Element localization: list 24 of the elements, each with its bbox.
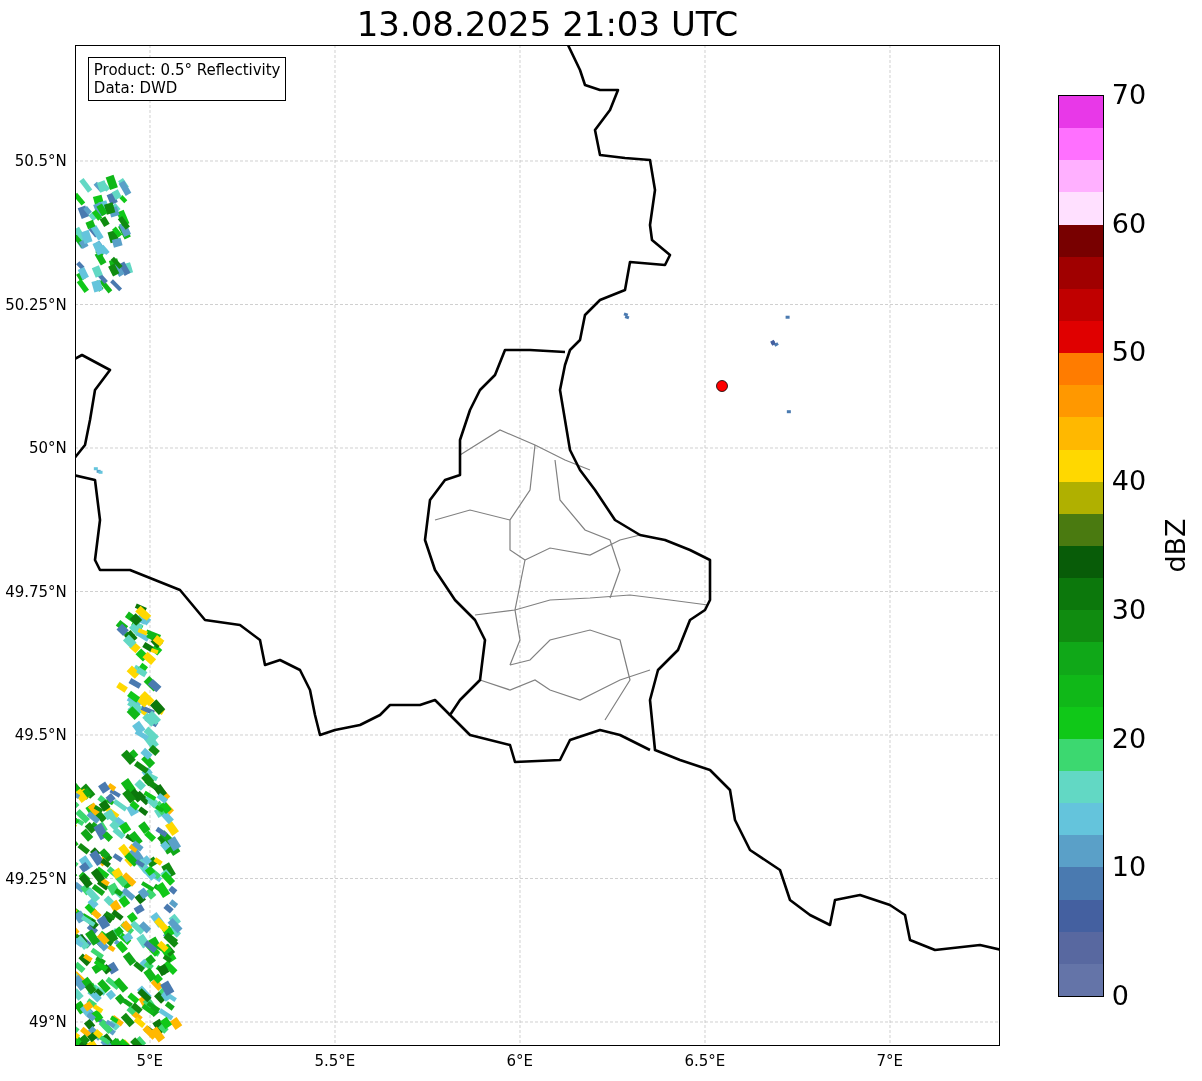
colorbar-tick-label: 50	[1111, 336, 1147, 369]
longitude-label: 6°E	[506, 1052, 534, 1070]
latitude-label: 49.5°N	[14, 726, 67, 744]
colorbar-tick-label: 60	[1111, 207, 1147, 240]
colorbar-tick-label: 0	[1111, 980, 1129, 1012]
colorbar-tick-label: 20	[1111, 722, 1147, 755]
longitude-label: 5°E	[136, 1052, 164, 1070]
chart-title: 13.08.2025 21:03 UTC	[355, 3, 739, 45]
latitude-label: 50°N	[29, 439, 67, 457]
colorbar-label: dBZ	[1159, 518, 1191, 573]
latitude-label: 49°N	[29, 1013, 67, 1031]
latitude-label: 49.25°N	[5, 869, 67, 888]
longitude-label: 7°E	[876, 1052, 904, 1070]
legend-text: Product: 0.5° Reflectivity	[93, 61, 281, 79]
longitude-label: 6.5°E	[684, 1052, 726, 1070]
latitude-label: 49.75°N	[5, 582, 67, 601]
colorbar-tick-label: 10	[1111, 851, 1147, 884]
colorbar-tick-label: 70	[1111, 79, 1147, 111]
colorbar-tick-label: 30	[1111, 593, 1147, 626]
legend-text: Data: DWD	[93, 79, 179, 97]
longitude-label: 5.5°E	[314, 1052, 356, 1070]
latitude-label: 50.5°N	[14, 152, 67, 170]
latitude-label: 50.25°N	[5, 295, 67, 314]
colorbar-tick-label: 40	[1111, 465, 1147, 498]
